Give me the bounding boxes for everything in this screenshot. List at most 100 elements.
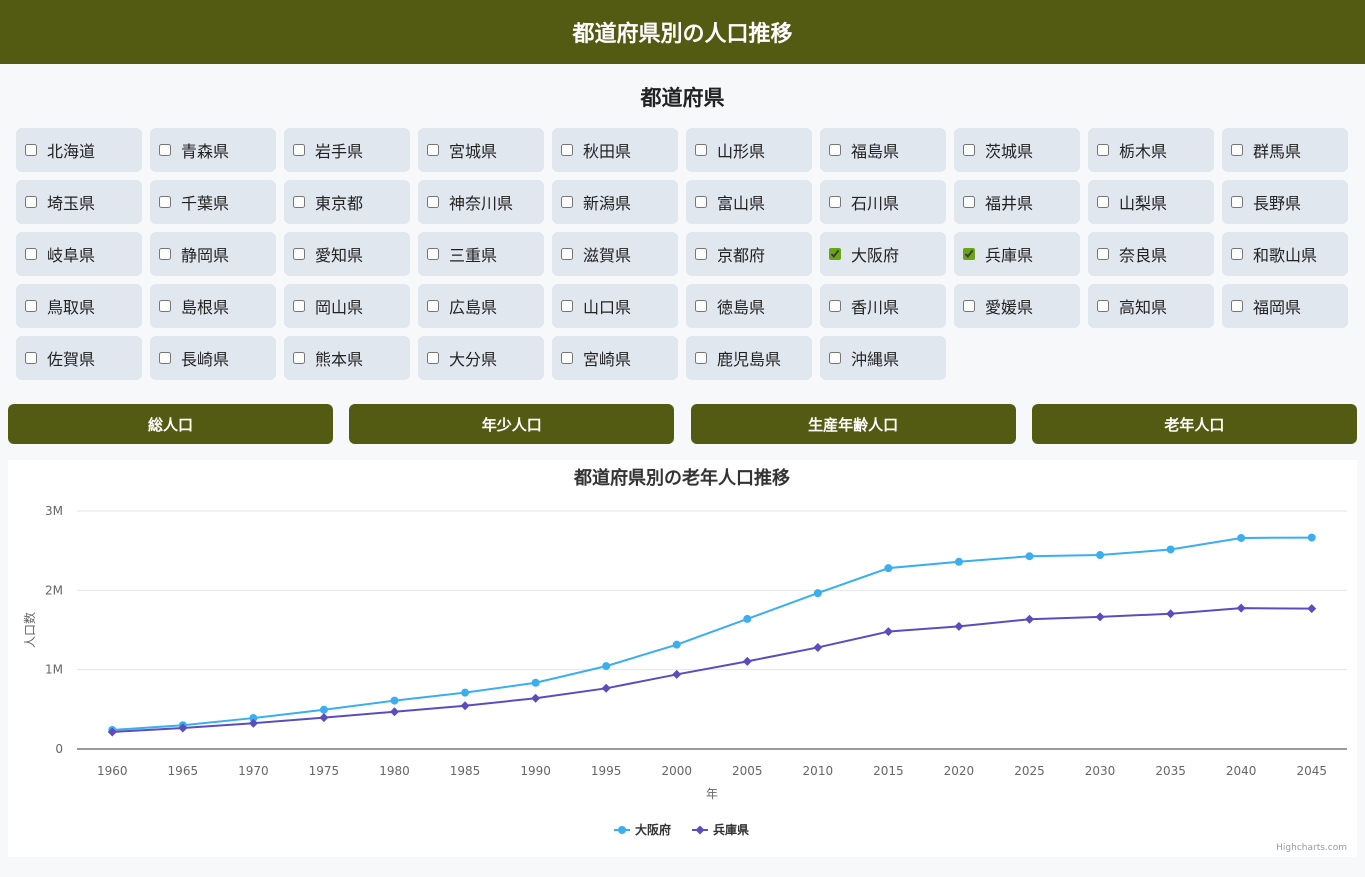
prefecture-option[interactable]: 福岡県 bbox=[1222, 284, 1348, 328]
prefecture-checkbox[interactable] bbox=[695, 352, 707, 364]
prefecture-checkbox[interactable] bbox=[1097, 196, 1109, 208]
prefecture-checkbox[interactable] bbox=[829, 352, 841, 364]
prefecture-checkbox[interactable] bbox=[427, 248, 439, 260]
prefecture-option[interactable]: 山口県 bbox=[552, 284, 678, 328]
prefecture-option[interactable]: 島根県 bbox=[150, 284, 276, 328]
prefecture-checkbox[interactable] bbox=[561, 196, 573, 208]
data-point[interactable] bbox=[319, 705, 328, 714]
prefecture-checkbox[interactable] bbox=[1231, 196, 1243, 208]
data-point[interactable] bbox=[1166, 609, 1176, 619]
prefecture-option[interactable]: 山形県 bbox=[686, 128, 812, 172]
prefecture-checkbox[interactable] bbox=[1231, 300, 1243, 312]
prefecture-option[interactable]: 埼玉県 bbox=[16, 180, 142, 224]
legend-item-label[interactable]: 大阪府 bbox=[635, 822, 671, 837]
prefecture-checkbox[interactable] bbox=[427, 300, 439, 312]
prefecture-option[interactable]: 奈良県 bbox=[1088, 232, 1214, 276]
data-point[interactable] bbox=[1237, 533, 1246, 542]
prefecture-option[interactable]: 山梨県 bbox=[1088, 180, 1214, 224]
prefecture-option[interactable]: 岡山県 bbox=[284, 284, 410, 328]
prefecture-checkbox[interactable] bbox=[25, 300, 37, 312]
prefecture-option[interactable]: 鹿児島県 bbox=[686, 336, 812, 380]
prefecture-checkbox[interactable] bbox=[1231, 144, 1243, 156]
prefecture-option[interactable]: 京都府 bbox=[686, 232, 812, 276]
prefecture-checkbox[interactable] bbox=[561, 300, 573, 312]
prefecture-option[interactable]: 新潟県 bbox=[552, 180, 678, 224]
data-point[interactable] bbox=[531, 678, 540, 687]
prefecture-checkbox[interactable] bbox=[25, 352, 37, 364]
prefecture-checkbox[interactable] bbox=[1097, 248, 1109, 260]
data-point[interactable] bbox=[813, 642, 823, 652]
prefecture-checkbox[interactable] bbox=[829, 196, 841, 208]
data-point[interactable] bbox=[954, 557, 963, 566]
prefecture-option[interactable]: 東京都 bbox=[284, 180, 410, 224]
data-point[interactable] bbox=[1095, 612, 1105, 622]
data-point[interactable] bbox=[883, 627, 893, 637]
elderly-population-button[interactable]: 老年人口 bbox=[1031, 404, 1357, 444]
prefecture-checkbox[interactable] bbox=[963, 300, 975, 312]
data-point[interactable] bbox=[602, 662, 611, 671]
legend-marker[interactable] bbox=[618, 826, 626, 834]
data-point[interactable] bbox=[743, 614, 752, 623]
prefecture-option[interactable]: 神奈川県 bbox=[418, 180, 544, 224]
prefecture-checkbox[interactable] bbox=[561, 352, 573, 364]
prefecture-option[interactable]: 熊本県 bbox=[284, 336, 410, 380]
prefecture-checkbox[interactable] bbox=[561, 144, 573, 156]
data-point[interactable] bbox=[1025, 614, 1034, 624]
data-point[interactable] bbox=[461, 688, 470, 697]
legend-marker[interactable] bbox=[695, 825, 705, 835]
prefecture-option[interactable]: 愛媛県 bbox=[954, 284, 1080, 328]
data-point[interactable] bbox=[1096, 551, 1105, 560]
total-population-button[interactable]: 総人口 bbox=[8, 404, 333, 444]
prefecture-checkbox[interactable] bbox=[695, 196, 707, 208]
prefecture-checkbox[interactable] bbox=[829, 248, 841, 260]
prefecture-checkbox[interactable] bbox=[25, 248, 37, 260]
prefecture-checkbox[interactable] bbox=[1097, 144, 1109, 156]
working-age-population-button[interactable]: 生産年齢人口 bbox=[690, 404, 1016, 444]
data-point[interactable] bbox=[601, 683, 611, 693]
chart-credit[interactable]: Highcharts.com bbox=[1276, 843, 1347, 853]
prefecture-option[interactable]: 長野県 bbox=[1222, 180, 1348, 224]
prefecture-option[interactable]: 秋田県 bbox=[552, 128, 678, 172]
data-point[interactable] bbox=[390, 707, 399, 717]
youth-population-button[interactable]: 年少人口 bbox=[349, 404, 675, 444]
prefecture-option[interactable]: 千葉県 bbox=[150, 180, 276, 224]
prefecture-checkbox[interactable] bbox=[695, 144, 707, 156]
data-point[interactable] bbox=[672, 640, 681, 649]
prefecture-option[interactable]: 北海道 bbox=[16, 128, 142, 172]
prefecture-checkbox[interactable] bbox=[293, 196, 305, 208]
data-point[interactable] bbox=[531, 693, 541, 703]
data-point[interactable] bbox=[1166, 545, 1175, 554]
data-point[interactable] bbox=[672, 669, 682, 679]
prefecture-option[interactable]: 和歌山県 bbox=[1222, 232, 1348, 276]
prefecture-option[interactable]: 富山県 bbox=[686, 180, 812, 224]
data-point[interactable] bbox=[954, 621, 964, 631]
prefecture-option[interactable]: 福井県 bbox=[954, 180, 1080, 224]
prefecture-option[interactable]: 福島県 bbox=[820, 128, 946, 172]
prefecture-checkbox[interactable] bbox=[963, 248, 975, 260]
prefecture-option[interactable]: 香川県 bbox=[820, 284, 946, 328]
prefecture-checkbox[interactable] bbox=[159, 248, 171, 260]
prefecture-checkbox[interactable] bbox=[293, 144, 305, 156]
prefecture-option[interactable]: 宮崎県 bbox=[552, 336, 678, 380]
prefecture-option[interactable]: 宮城県 bbox=[418, 128, 544, 172]
prefecture-checkbox[interactable] bbox=[159, 144, 171, 156]
prefecture-option[interactable]: 静岡県 bbox=[150, 232, 276, 276]
prefecture-option[interactable]: 岩手県 bbox=[284, 128, 410, 172]
prefecture-checkbox[interactable] bbox=[159, 300, 171, 312]
prefecture-checkbox[interactable] bbox=[427, 352, 439, 364]
prefecture-option[interactable]: 滋賀県 bbox=[552, 232, 678, 276]
prefecture-checkbox[interactable] bbox=[427, 144, 439, 156]
prefecture-option[interactable]: 大阪府 bbox=[820, 232, 946, 276]
prefecture-option[interactable]: 鳥取県 bbox=[16, 284, 142, 328]
data-point[interactable] bbox=[1236, 603, 1246, 613]
prefecture-checkbox[interactable] bbox=[25, 144, 37, 156]
prefecture-checkbox[interactable] bbox=[829, 144, 841, 156]
prefecture-checkbox[interactable] bbox=[695, 248, 707, 260]
prefecture-option[interactable]: 高知県 bbox=[1088, 284, 1214, 328]
prefecture-checkbox[interactable] bbox=[427, 196, 439, 208]
data-point[interactable] bbox=[742, 656, 752, 666]
prefecture-checkbox[interactable] bbox=[963, 196, 975, 208]
prefecture-option[interactable]: 三重県 bbox=[418, 232, 544, 276]
prefecture-option[interactable]: 徳島県 bbox=[686, 284, 812, 328]
data-point[interactable] bbox=[1307, 604, 1317, 614]
